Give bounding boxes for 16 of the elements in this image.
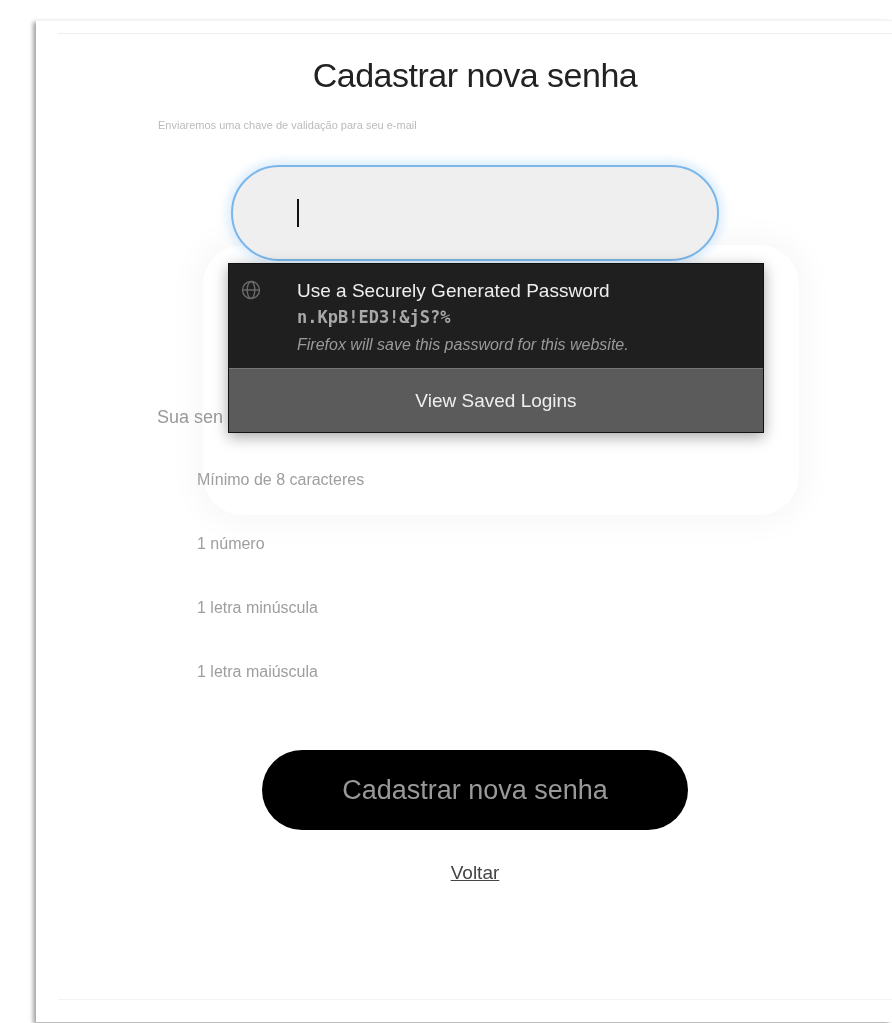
view-saved-logins-button[interactable]: View Saved Logins — [229, 368, 763, 432]
popup-title[interactable]: Use a Securely Generated Password — [297, 278, 667, 304]
popup-note: Firefox will save this password for this website. — [297, 335, 630, 355]
submit-button[interactable]: Cadastrar nova senha — [262, 750, 688, 830]
requirements-heading: Sua sen — [157, 407, 225, 428]
password-field[interactable] — [231, 165, 719, 261]
globe-icon — [241, 280, 261, 300]
generated-password: n.KpB!ED3!&jS?% — [297, 306, 452, 329]
page-title: Cadastrar nova senha — [312, 56, 638, 95]
requirement-item: 1 letra maiúscula — [197, 662, 319, 682]
requirement-item: 1 letra minúscula — [197, 598, 319, 618]
back-link[interactable]: Voltar — [450, 862, 500, 884]
requirement-item: Mínimo de 8 caracteres — [197, 470, 365, 490]
requirement-item: 1 número — [197, 534, 266, 554]
page-subtitle: Enviaremos uma chave de validação para seu e-mail — [158, 119, 417, 131]
text-cursor — [297, 199, 299, 227]
